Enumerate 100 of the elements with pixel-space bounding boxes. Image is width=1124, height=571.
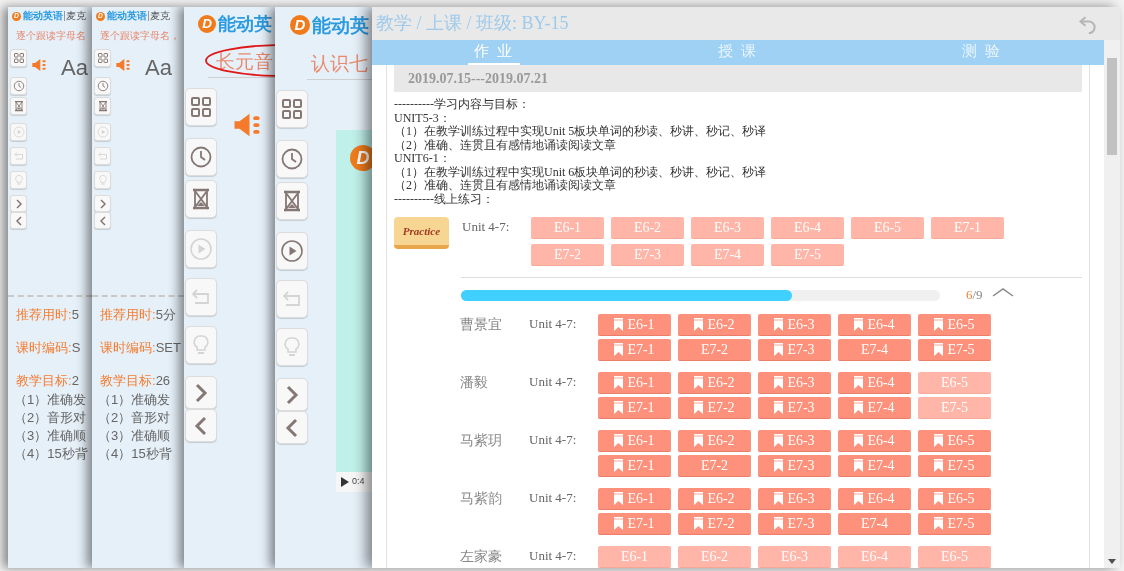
play-icon[interactable] [341,477,349,487]
clock-button[interactable] [185,138,217,176]
exercise-button[interactable]: E6-5 [918,546,991,568]
speaker-icon[interactable] [31,57,47,73]
clock-button[interactable] [94,77,111,95]
exercise-button[interactable]: E6-5 [918,314,991,336]
exercise-button[interactable]: E6-3 [758,546,831,568]
exercise-button[interactable]: E6-4 [838,314,911,336]
exercise-button[interactable]: E7-1 [598,513,671,535]
grid-icon [280,97,304,121]
exercise-button[interactable]: E6-2 [678,314,751,336]
exercise-button[interactable]: E7-4 [838,513,911,535]
clock-icon [96,80,109,92]
grid-button[interactable] [10,49,27,67]
exercise-button[interactable]: E7-1 [598,455,671,477]
exercise-button[interactable]: E7-2 [678,397,751,419]
clock-icon [12,80,25,92]
exercise-button[interactable]: E7-1 [598,339,671,361]
play-button[interactable] [276,232,308,270]
exercise-button[interactable]: E6-3 [691,217,764,239]
hourglass-button[interactable] [94,97,111,115]
scroll-down-icon[interactable] [1108,559,1116,564]
exercise-button[interactable]: E6-1 [598,546,671,568]
note-line: （1）在教学训练过程中实现Unit 6板块单词的秒读、秒讲、秒记、秒译 [394,165,768,179]
exercise-button[interactable]: E6-4 [838,430,911,452]
exercise-button[interactable]: E7-3 [758,513,831,535]
exercise-button[interactable]: E7-4 [838,397,911,419]
exercise-button[interactable]: E6-3 [758,314,831,336]
bookmark-icon [854,401,864,414]
exercise-button[interactable]: E7-5 [771,244,844,266]
previous-button[interactable] [276,411,308,444]
logo-mark: D [350,145,372,171]
exercise-button[interactable]: E6-1 [598,372,671,394]
exercise-button[interactable]: E6-1 [598,430,671,452]
exercise-button[interactable]: E6-4 [838,488,911,510]
field-value: S [71,339,81,356]
hourglass-button[interactable] [276,182,308,220]
exercise-button[interactable]: E6-4 [838,372,911,394]
exercise-button[interactable]: E7-5 [918,513,991,535]
exercise-button[interactable]: E6-2 [678,430,751,452]
exercise-button[interactable]: E6-3 [758,372,831,394]
exercise-button[interactable]: E6-4 [771,217,844,239]
next-button[interactable] [276,378,308,411]
return-icon [96,150,109,162]
next-button[interactable] [94,195,111,212]
previous-button[interactable] [10,212,27,229]
exercise-button[interactable]: E7-1 [598,397,671,419]
exercise-button[interactable]: E6-5 [918,488,991,510]
grid-icon [12,52,25,64]
exercise-button[interactable]: E6-1 [598,488,671,510]
exercise-button[interactable]: E7-3 [758,397,831,419]
unit-label: Unit 4-7: [462,218,511,236]
next-button[interactable] [185,376,217,409]
goal-text: （1）准确发 [98,391,172,409]
scrollbar-thumb[interactable] [1107,58,1117,155]
exercise-button[interactable]: E6-1 [531,217,604,239]
notebook-label: Practice [402,223,441,239]
exercise-button[interactable]: E7-4 [691,244,764,266]
exercise-button[interactable]: E7-2 [678,455,751,477]
exercise-button[interactable]: E6-1 [598,314,671,336]
exercise-button[interactable]: E6-5 [918,372,991,394]
exercise-button[interactable]: E6-5 [851,217,924,239]
exercise-button[interactable]: E6-4 [838,546,911,568]
collapse-icon[interactable] [991,287,1014,297]
exercise-button[interactable]: E7-2 [531,244,604,266]
grid-button[interactable] [94,49,111,67]
tab[interactable]: 授 课 [712,40,764,65]
exercise-button[interactable]: E6-5 [918,430,991,452]
exercise-button[interactable]: E7-4 [838,339,911,361]
exercise-button[interactable]: E7-3 [611,244,684,266]
previous-button[interactable] [185,409,217,442]
tab[interactable]: 测 验 [956,40,1008,65]
exercise-button[interactable]: E6-2 [611,217,684,239]
hourglass-button[interactable] [10,97,27,115]
exercise-button[interactable]: E7-5 [918,397,991,419]
exercise-button[interactable]: E7-5 [918,455,991,477]
exercise-button[interactable]: E6-2 [678,546,751,568]
exercise-button[interactable]: E7-4 [838,455,911,477]
exercise-button[interactable]: E6-2 [678,488,751,510]
clock-button[interactable] [276,140,308,178]
exercise-button[interactable]: E6-3 [758,430,831,452]
exercise-button[interactable]: E7-5 [918,339,991,361]
exercise-button[interactable]: E7-1 [931,217,1004,239]
scrollbar[interactable] [1104,40,1120,568]
bookmark-icon [774,318,784,331]
grid-button[interactable] [276,90,308,128]
speaker-icon[interactable] [115,57,131,73]
hourglass-button[interactable] [185,180,217,218]
next-button[interactable] [10,195,27,212]
exercise-button[interactable]: E7-2 [678,339,751,361]
exercise-button[interactable]: E7-2 [678,513,751,535]
clock-button[interactable] [10,77,27,95]
exercise-button[interactable]: E6-2 [678,372,751,394]
exercise-button[interactable]: E7-3 [758,455,831,477]
logo-text: 能动英语 [23,11,63,21]
previous-button[interactable] [94,212,111,229]
bookmark-icon [614,434,624,447]
exercise-button[interactable]: E6-3 [758,488,831,510]
grid-button[interactable] [185,88,217,126]
exercise-button[interactable]: E7-3 [758,339,831,361]
